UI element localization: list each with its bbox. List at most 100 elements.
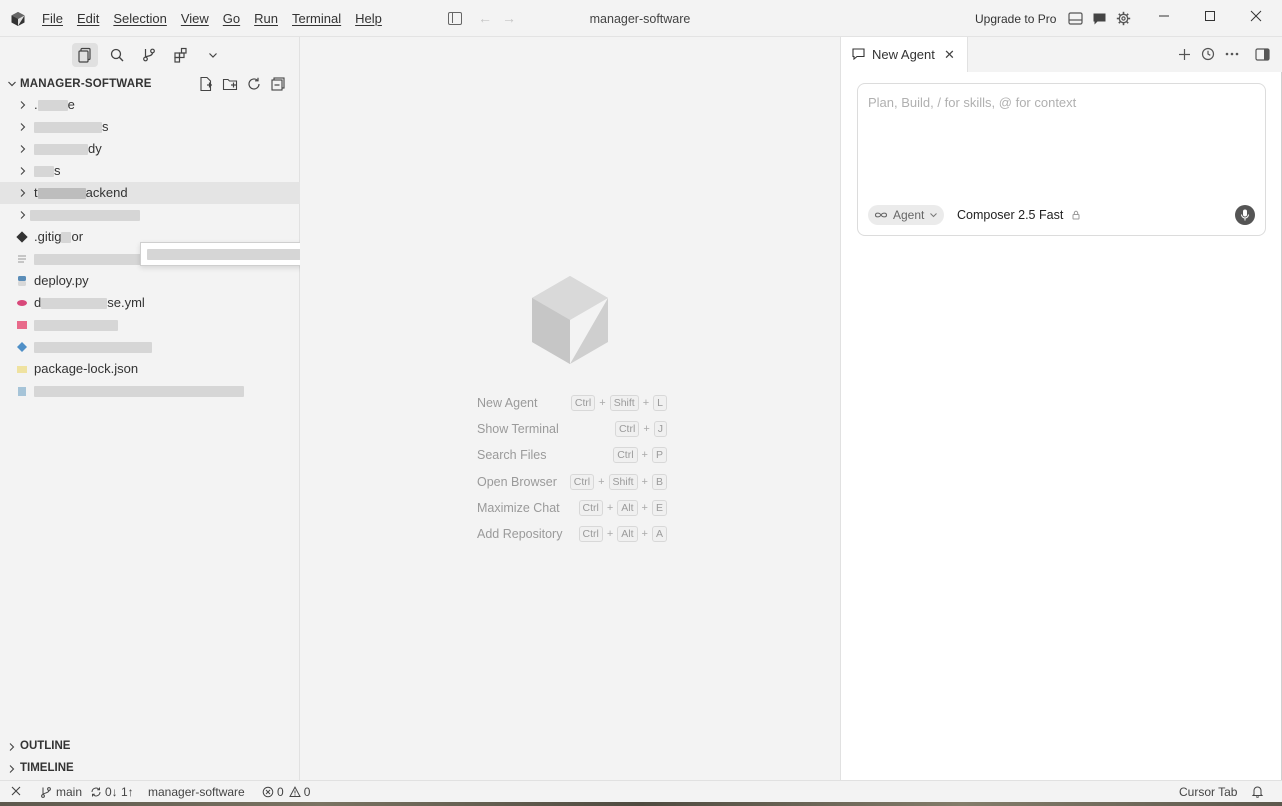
tree-folder[interactable]: t ackend [0, 182, 300, 204]
outline-section[interactable]: OUTLINE [0, 736, 300, 758]
new-folder-icon[interactable] [222, 76, 238, 92]
close-window-button[interactable] [1246, 8, 1266, 28]
remote-indicator[interactable] [10, 785, 22, 797]
desktop-background [0, 802, 1282, 806]
lock-icon [1072, 210, 1080, 220]
status-bar: main 0↓ 1↑ manager-software 0 0 Cursor T… [0, 780, 1282, 802]
shortcut-show-terminal[interactable]: Show Terminal Ctrl + J [477, 418, 667, 444]
notifications-button[interactable] [1251, 785, 1264, 798]
explorer-title: MANAGER-SOFTWARE [20, 78, 152, 90]
workspace-indicator[interactable]: manager-software [148, 785, 245, 799]
cursor-logo-icon [11, 12, 25, 26]
chevron-right-icon [20, 101, 26, 109]
tab-search[interactable] [104, 43, 130, 67]
menu-run[interactable]: Run [254, 11, 278, 26]
model-selector[interactable]: Composer 2.5 Fast [957, 208, 1081, 222]
tree-file[interactable] [0, 380, 300, 402]
key: B [651, 473, 667, 490]
cursor-logo-icon [532, 276, 608, 364]
close-tab-icon[interactable]: ✕ [944, 47, 955, 63]
history-icon[interactable] [1200, 46, 1216, 62]
agent-mode-dropdown[interactable]: Agent [868, 205, 945, 225]
new-file-icon[interactable] [198, 76, 214, 92]
tree-folder[interactable]: s [0, 116, 300, 138]
agent-tab-label: New Agent [872, 47, 935, 62]
tree-label: d [34, 295, 42, 310]
chevron-down-icon [8, 81, 16, 87]
tree-file[interactable]: deploy.py [0, 270, 300, 292]
tree-file[interactable]: d se.yml [0, 292, 300, 314]
tab-new-agent[interactable]: New Agent ✕ [841, 37, 968, 72]
sync-indicator[interactable]: 0↓ 1↑ [90, 785, 134, 799]
toggle-sidebar-icon[interactable] [448, 12, 462, 25]
tree-file[interactable] [0, 336, 300, 358]
chevron-down-icon [209, 53, 217, 58]
explorer-header[interactable]: MANAGER-SOFTWARE [0, 75, 300, 95]
extensions-icon [174, 47, 187, 63]
shortcut-new-agent[interactable]: New Agent Ctrl + Shift + L [477, 392, 667, 418]
app-window: File Edit Selection View Go Run Terminal… [0, 0, 1282, 802]
branch-indicator[interactable]: main [40, 785, 82, 799]
forward-arrow-icon[interactable]: → [502, 10, 516, 26]
git-branch-icon [41, 787, 51, 798]
key: Ctrl [578, 499, 603, 516]
tree-label-suffix: dy [88, 141, 102, 156]
tab-source-control[interactable] [136, 43, 162, 67]
outline-label: OUTLINE [20, 740, 71, 752]
upgrade-button[interactable]: Upgrade to Pro [975, 12, 1056, 26]
tab-more[interactable] [200, 43, 226, 67]
redacted-text [37, 100, 68, 112]
agent-prompt-box: Agent Composer 2.5 Fast [857, 83, 1266, 236]
menu-bar: File Edit Selection View Go Run Terminal… [42, 0, 396, 37]
more-icon[interactable] [1224, 46, 1240, 62]
chevron-right-icon [20, 123, 26, 131]
tree-file[interactable] [0, 314, 300, 336]
shortcut-maximize-chat[interactable]: Maximize Chat Ctrl + Alt + E [477, 497, 667, 523]
tree-folder[interactable]: dy [0, 138, 300, 160]
remote-icon [11, 786, 21, 796]
model-label: Composer 2.5 Fast [957, 208, 1064, 222]
tree-file[interactable]: package-lock.json [0, 358, 300, 380]
redacted-text [30, 210, 140, 222]
shortcut-list: New Agent Ctrl + Shift + L Show Terminal C… [477, 392, 667, 549]
microphone-button[interactable] [1235, 205, 1255, 225]
collapse-all-icon[interactable] [270, 76, 286, 92]
branch-name: main [56, 785, 83, 799]
shortcut-add-repository[interactable]: Add Repository Ctrl + Alt + A [477, 523, 667, 549]
refresh-icon[interactable] [246, 76, 262, 92]
redacted-text [34, 144, 88, 156]
shortcut-label: New Agent [477, 396, 538, 410]
key: E [651, 499, 667, 516]
tree-folder[interactable]: .e [0, 94, 300, 116]
menu-file[interactable]: File [42, 11, 63, 26]
panel-layout-icon[interactable] [1068, 11, 1083, 26]
tab-extensions[interactable] [168, 43, 194, 67]
tree-label-suffix: s [54, 163, 61, 178]
chat-bubble-icon[interactable] [1092, 11, 1107, 26]
error-count: 0 [277, 785, 284, 799]
tab-explorer[interactable] [72, 43, 98, 67]
plus-icon[interactable] [1176, 46, 1192, 62]
tree-folder[interactable]: s [0, 160, 300, 182]
menu-selection[interactable]: Selection [113, 11, 166, 26]
cursor-tab-indicator[interactable]: Cursor Tab [1179, 785, 1237, 799]
tree-folder[interactable] [0, 204, 300, 226]
maximize-button[interactable] [1200, 8, 1220, 28]
menu-view[interactable]: View [181, 11, 209, 26]
problems-indicator[interactable]: 0 0 [262, 785, 310, 799]
gear-icon[interactable] [1116, 11, 1131, 26]
agent-tab-bar: New Agent ✕ [841, 37, 1282, 72]
minimize-button[interactable] [1154, 8, 1174, 28]
tree-label: .gitig [34, 229, 62, 244]
menu-help[interactable]: Help [355, 11, 382, 26]
tree-label-suffix: se.yml [107, 295, 145, 310]
menu-go[interactable]: Go [223, 11, 240, 26]
timeline-section[interactable]: TIMELINE [0, 758, 300, 780]
shortcut-open-browser[interactable]: Open Browser Ctrl + Shift + B [477, 471, 667, 497]
toggle-panel-icon[interactable] [1254, 46, 1270, 62]
back-arrow-icon[interactable]: ← [478, 10, 492, 26]
agent-prompt-input[interactable] [868, 95, 1248, 110]
menu-terminal[interactable]: Terminal [292, 11, 341, 26]
shortcut-search-files[interactable]: Search Files Ctrl + P [477, 444, 667, 470]
menu-edit[interactable]: Edit [77, 11, 99, 26]
